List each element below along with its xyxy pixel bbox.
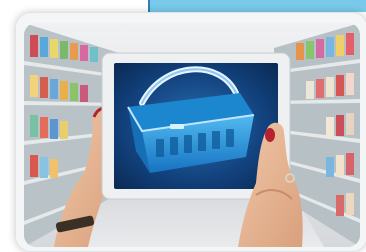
photo-card: [15, 12, 366, 252]
top-accent-tab: [148, 0, 366, 12]
supermarket-photo: [24, 23, 360, 247]
photo-illustration: [24, 23, 360, 247]
